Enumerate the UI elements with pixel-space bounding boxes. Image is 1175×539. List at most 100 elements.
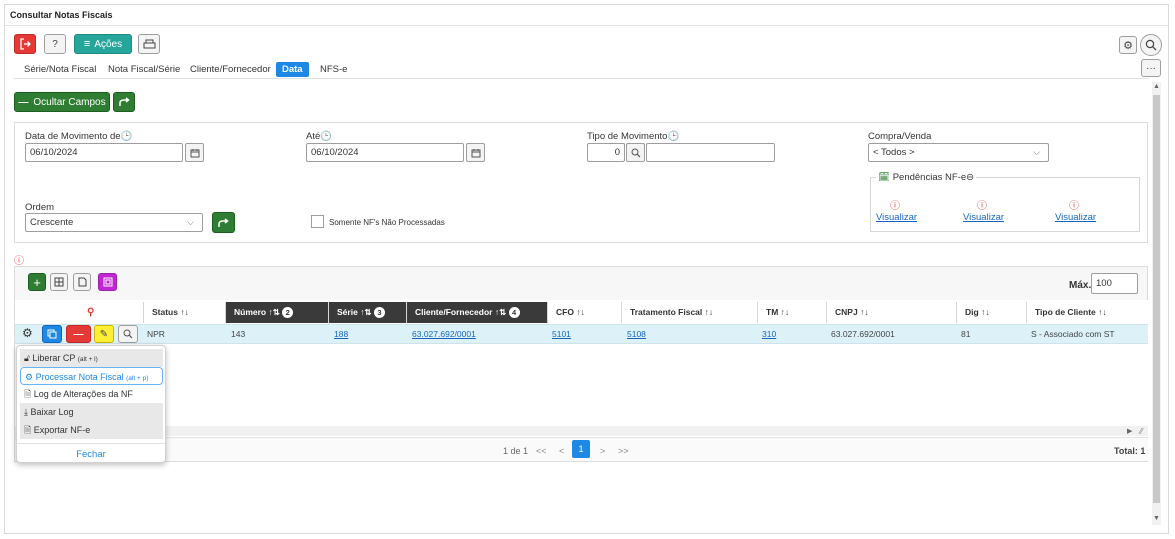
more-button[interactable]: ··· [1141,59,1161,77]
ordem-select[interactable]: Crescente ⌵ [25,213,203,232]
tab-nfse[interactable]: NFS-e [320,62,347,77]
row-edit-button[interactable]: ✎ [94,325,114,343]
actions-header: ⚲ [15,302,144,323]
row-gear-icon[interactable]: ⚙ [22,326,33,340]
compra-venda-select[interactable]: < Todos > ⌵ [868,143,1049,162]
pendencia-visualizar-3[interactable]: Visualizar [1055,212,1096,223]
acoes-button[interactable]: ≡ Ações [74,34,132,54]
scroll-right-arrow-icon[interactable]: ▶ [1127,427,1132,435]
columns-button[interactable] [50,273,68,291]
menu-item-liberar-cp[interactable]: 🔓︎ Liberar CP (alt + l) [20,349,163,367]
tab-serie-nota[interactable]: Série/Nota Fiscal [24,62,96,77]
expand-button[interactable] [98,273,117,291]
table-row[interactable] [15,324,1148,344]
grid-icon [54,277,64,287]
cell-cliente[interactable]: 63.027.692/0001 [412,326,476,342]
tipo-movimento-input[interactable]: 0 [587,143,625,162]
export-file-button[interactable] [73,273,91,291]
download-icon: ⤓ [24,407,28,417]
pager-page-button[interactable]: 1 [572,440,590,458]
search-circle-button[interactable] [1140,34,1162,56]
pager-first-button[interactable]: << [536,446,547,456]
calendar-icon: 🗓 [878,172,891,183]
tab-data[interactable]: Data [276,62,309,77]
calendar-icon [190,148,199,157]
data-movimento-input[interactable]: 06/10/2024 [25,143,183,162]
column-header-cliente-fornecedor[interactable]: Cliente/Fornecedor ↑⇅ 4 [407,302,548,323]
horizontal-scrollbar[interactable] [15,426,1148,436]
gear-icon: ⚙ [25,372,34,382]
tipo-movimento-label: Tipo de Movimento🕒 [587,131,680,142]
cell-serie[interactable]: 188 [334,326,348,342]
pager-last-button[interactable]: >> [618,446,629,456]
filter-remove-icon[interactable]: ⚲ [87,302,94,323]
column-header-cnpj[interactable]: CNPJ ↑↓ [827,302,957,323]
menu-item-baixar-log[interactable]: ⤓ Baixar Log [20,403,163,421]
cell-cfo[interactable]: 5101 [552,326,571,342]
cell-tipo-cliente: S - Associado com ST [1031,329,1115,339]
menu-item-log-alteracoes[interactable]: 🗎︎ Log de Alterações da NF [20,385,163,403]
ellipsis-icon: ··· [1146,62,1156,74]
share-arrow-icon [118,97,130,106]
file-export-icon: 🗎︎ [24,425,32,435]
ate-input[interactable]: 06/10/2024 [306,143,464,162]
cell-status: NPR [147,329,165,339]
pager-prev-button[interactable]: < [559,446,564,456]
max-label: Máx. [1069,280,1092,291]
tipo-movimento-search-button[interactable] [626,143,645,162]
calendar-icon [471,148,480,157]
menu-item-exportar-nfe[interactable]: 🗎︎ Exportar NF-e [20,421,163,439]
exit-icon [20,38,31,50]
vertical-scrollbar-thumb[interactable] [1153,95,1160,503]
print-button[interactable] [138,34,160,54]
pager-next-button[interactable]: > [600,446,605,456]
exit-button[interactable] [14,34,36,54]
expand-icon [103,277,112,287]
ocultar-campos-button[interactable]: — Ocultar Campos [14,92,110,112]
tab-cliente-fornecedor[interactable]: Cliente/Fornecedor [190,62,271,77]
fechar-button[interactable]: Fechar [17,449,165,460]
menu-item-processar-nota[interactable]: ⚙ Processar Nota Fiscal (alt + p) [20,367,163,385]
printer-icon [143,39,155,48]
sort-order-badge: 2 [282,307,294,318]
column-header-dig[interactable]: Dig ↑↓ [957,302,1027,323]
somente-checkbox[interactable] [311,215,324,228]
max-input[interactable]: 100 [1091,273,1138,294]
cell-tm[interactable]: 310 [762,326,776,342]
calendar-button[interactable] [185,143,204,162]
column-header-cfo[interactable]: CFO ↑↓ [548,302,622,323]
window-title: Consultar Notas Fiscais [10,10,113,20]
somente-label: Somente NF's Não Processadas [329,218,445,227]
share-button[interactable] [113,92,135,112]
column-header-tipo-cliente[interactable]: Tipo de Cliente ↑↓ [1027,302,1148,323]
column-header-status[interactable]: Status ↑↓ [144,302,226,323]
column-header-tm[interactable]: TM ↑↓ [758,302,827,323]
ordem-apply-button[interactable] [212,212,235,233]
help-button[interactable]: ? [44,34,66,54]
warning-icon: ⓘ [890,201,900,212]
row-copy-button[interactable] [42,325,62,343]
pendencia-visualizar-1[interactable]: Visualizar [876,212,917,223]
column-header-tratamento-fiscal[interactable]: Tratamento Fiscal ↑↓ [622,302,758,323]
tab-nota-serie[interactable]: Nota Fiscal/Série [108,62,180,77]
resize-handle-icon[interactable]: ⁄⁄ [1140,427,1143,436]
column-header-serie[interactable]: Série ↑⇅ 3 [329,302,407,323]
column-header-numero[interactable]: Número ↑⇅ 2 [226,302,329,323]
scroll-down-arrow-icon[interactable]: ▼ [1153,515,1160,522]
pendencias-box [870,177,1140,232]
calendar-button[interactable] [466,143,485,162]
pencil-icon: ✎ [99,328,109,340]
minus-circle-icon[interactable]: ⊖ [966,172,974,183]
settings-button[interactable]: ⚙ [1119,36,1137,54]
sort-order-badge: 3 [373,307,385,318]
acoes-label: Ações [94,38,123,50]
pager-info: 1 de 1 [503,446,529,456]
scroll-up-arrow-icon[interactable]: ▲ [1153,83,1160,90]
pendencia-visualizar-2[interactable]: Visualizar [963,212,1004,223]
chevron-down-icon: ⌵ [187,217,194,227]
cell-tratamento[interactable]: 5108 [627,326,646,342]
file-edit-icon: 🗎︎ [24,389,32,399]
row-view-button[interactable] [118,325,138,343]
add-button[interactable]: + [28,273,46,291]
row-delete-button[interactable]: — [66,325,91,343]
